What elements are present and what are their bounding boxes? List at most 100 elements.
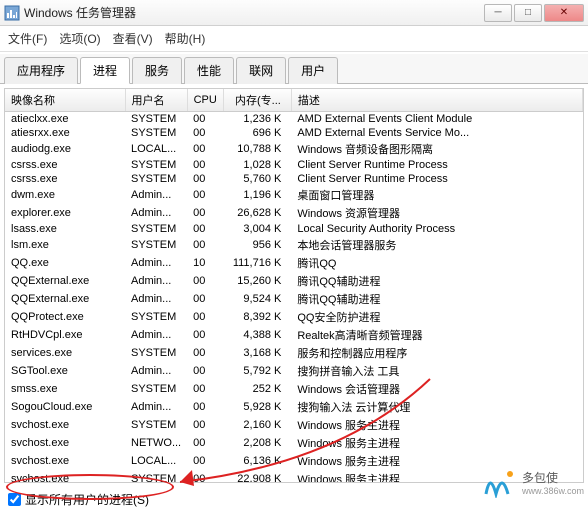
table-row[interactable]: QQProtect.exeSYSTEM008,392 KQQ安全防护进程 bbox=[5, 308, 583, 326]
cell-user: SYSTEM bbox=[125, 236, 187, 254]
table-row[interactable]: csrss.exeSYSTEM005,760 KClient Server Ru… bbox=[5, 172, 583, 186]
cell-mem: 3,004 K bbox=[223, 222, 291, 236]
col-description[interactable]: 描述 bbox=[291, 89, 582, 112]
menu-view[interactable]: 查看(V) bbox=[113, 30, 153, 47]
cell-cpu: 00 bbox=[187, 112, 223, 127]
cell-mem: 5,792 K bbox=[223, 362, 291, 380]
table-row[interactable]: explorer.exeAdmin...0026,628 KWindows 资源… bbox=[5, 204, 583, 222]
cell-user: NETWO... bbox=[125, 434, 187, 452]
cell-user: SYSTEM bbox=[125, 222, 187, 236]
cell-mem: 111,716 K bbox=[223, 254, 291, 272]
cell-image: QQExternal.exe bbox=[5, 290, 125, 308]
cell-desc: Local Security Authority Process bbox=[291, 222, 582, 236]
cell-cpu: 00 bbox=[187, 362, 223, 380]
menubar: 文件(F) 选项(O) 查看(V) 帮助(H) bbox=[0, 26, 588, 52]
table-row[interactable]: SogouCloud.exeAdmin...005,928 K搜狗输入法 云计算… bbox=[5, 398, 583, 416]
cell-user: SYSTEM bbox=[125, 308, 187, 326]
cell-desc: Client Server Runtime Process bbox=[291, 172, 582, 186]
cell-mem: 5,928 K bbox=[223, 398, 291, 416]
cell-desc: 本地会话管理器服务 bbox=[291, 236, 582, 254]
cell-user: SYSTEM bbox=[125, 470, 187, 483]
cell-image: QQExternal.exe bbox=[5, 272, 125, 290]
table-row[interactable]: services.exeSYSTEM003,168 K服务和控制器应用程序 bbox=[5, 344, 583, 362]
table-row[interactable]: svchost.exeNETWO...002,208 KWindows 服务主进… bbox=[5, 434, 583, 452]
tab-users[interactable]: 用户 bbox=[288, 57, 338, 84]
col-memory[interactable]: 内存(专... bbox=[223, 89, 291, 112]
cell-desc: Windows 音频设备图形隔离 bbox=[291, 140, 582, 158]
watermark-text: 多包使 bbox=[522, 469, 584, 486]
cell-cpu: 00 bbox=[187, 236, 223, 254]
table-row[interactable]: atieclxx.exeSYSTEM001,236 KAMD External … bbox=[5, 112, 583, 127]
show-all-users-checkbox[interactable] bbox=[8, 493, 21, 506]
tab-processes[interactable]: 进程 bbox=[80, 57, 130, 84]
tab-applications[interactable]: 应用程序 bbox=[4, 57, 78, 84]
cell-desc: Windows 服务主进程 bbox=[291, 416, 582, 434]
cell-image: lsm.exe bbox=[5, 236, 125, 254]
cell-desc: 搜狗拼音输入法 工具 bbox=[291, 362, 582, 380]
cell-user: SYSTEM bbox=[125, 380, 187, 398]
col-cpu[interactable]: CPU bbox=[187, 89, 223, 112]
table-row[interactable]: csrss.exeSYSTEM001,028 KClient Server Ru… bbox=[5, 158, 583, 172]
table-row[interactable]: RtHDVCpl.exeAdmin...004,388 KRealtek高清晰音… bbox=[5, 326, 583, 344]
menu-file[interactable]: 文件(F) bbox=[8, 30, 47, 47]
table-row[interactable]: smss.exeSYSTEM00252 KWindows 会话管理器 bbox=[5, 380, 583, 398]
maximize-button[interactable]: □ bbox=[514, 4, 542, 22]
cell-desc: Client Server Runtime Process bbox=[291, 158, 582, 172]
cell-image: QQ.exe bbox=[5, 254, 125, 272]
table-row[interactable]: QQ.exeAdmin...10111,716 K腾讯QQ bbox=[5, 254, 583, 272]
cell-user: Admin... bbox=[125, 398, 187, 416]
cell-image: audiodg.exe bbox=[5, 140, 125, 158]
cell-mem: 10,788 K bbox=[223, 140, 291, 158]
cell-user: Admin... bbox=[125, 204, 187, 222]
cell-mem: 26,628 K bbox=[223, 204, 291, 222]
col-user[interactable]: 用户名 bbox=[125, 89, 187, 112]
watermark-logo-icon bbox=[480, 466, 518, 498]
cell-mem: 696 K bbox=[223, 126, 291, 140]
cell-desc: 腾讯QQ bbox=[291, 254, 582, 272]
cell-cpu: 00 bbox=[187, 140, 223, 158]
tab-services[interactable]: 服务 bbox=[132, 57, 182, 84]
cell-image: RtHDVCpl.exe bbox=[5, 326, 125, 344]
cell-cpu: 00 bbox=[187, 344, 223, 362]
cell-cpu: 00 bbox=[187, 434, 223, 452]
window-controls: ─ □ ✕ bbox=[484, 4, 584, 22]
process-table: 映像名称 用户名 CPU 内存(专... 描述 atieclxx.exeSYST… bbox=[5, 89, 583, 483]
close-button[interactable]: ✕ bbox=[544, 4, 584, 22]
tab-performance[interactable]: 性能 bbox=[184, 57, 234, 84]
table-row[interactable]: QQExternal.exeAdmin...0015,260 K腾讯QQ辅助进程 bbox=[5, 272, 583, 290]
cell-cpu: 00 bbox=[187, 204, 223, 222]
cell-cpu: 00 bbox=[187, 126, 223, 140]
cell-user: SYSTEM bbox=[125, 172, 187, 186]
cell-user: SYSTEM bbox=[125, 416, 187, 434]
cell-cpu: 00 bbox=[187, 452, 223, 470]
table-row[interactable]: dwm.exeAdmin...001,196 K桌面窗口管理器 bbox=[5, 186, 583, 204]
process-list[interactable]: 映像名称 用户名 CPU 内存(专... 描述 atieclxx.exeSYST… bbox=[4, 88, 584, 483]
table-row[interactable]: audiodg.exeLOCAL...0010,788 KWindows 音频设… bbox=[5, 140, 583, 158]
table-row[interactable]: atiesrxx.exeSYSTEM00696 KAMD External Ev… bbox=[5, 126, 583, 140]
cell-desc: QQ安全防护进程 bbox=[291, 308, 582, 326]
cell-cpu: 00 bbox=[187, 416, 223, 434]
table-row[interactable]: SGTool.exeAdmin...005,792 K搜狗拼音输入法 工具 bbox=[5, 362, 583, 380]
cell-image: SogouCloud.exe bbox=[5, 398, 125, 416]
tab-networking[interactable]: 联网 bbox=[236, 57, 286, 84]
cell-mem: 1,236 K bbox=[223, 112, 291, 127]
taskmgr-icon bbox=[4, 5, 20, 21]
col-image[interactable]: 映像名称 bbox=[5, 89, 125, 112]
cell-mem: 15,260 K bbox=[223, 272, 291, 290]
cell-mem: 252 K bbox=[223, 380, 291, 398]
cell-mem: 6,136 K bbox=[223, 452, 291, 470]
cell-desc: 腾讯QQ辅助进程 bbox=[291, 290, 582, 308]
table-row[interactable]: QQExternal.exeAdmin...009,524 K腾讯QQ辅助进程 bbox=[5, 290, 583, 308]
table-row[interactable]: svchost.exeSYSTEM002,160 KWindows 服务主进程 bbox=[5, 416, 583, 434]
cell-user: Admin... bbox=[125, 290, 187, 308]
table-row[interactable]: lsass.exeSYSTEM003,004 KLocal Security A… bbox=[5, 222, 583, 236]
cell-user: Admin... bbox=[125, 272, 187, 290]
minimize-button[interactable]: ─ bbox=[484, 4, 512, 22]
cell-image: dwm.exe bbox=[5, 186, 125, 204]
cell-user: Admin... bbox=[125, 362, 187, 380]
cell-mem: 956 K bbox=[223, 236, 291, 254]
table-row[interactable]: lsm.exeSYSTEM00956 K本地会话管理器服务 bbox=[5, 236, 583, 254]
menu-options[interactable]: 选项(O) bbox=[59, 30, 100, 47]
cell-cpu: 00 bbox=[187, 172, 223, 186]
menu-help[interactable]: 帮助(H) bbox=[165, 30, 206, 47]
